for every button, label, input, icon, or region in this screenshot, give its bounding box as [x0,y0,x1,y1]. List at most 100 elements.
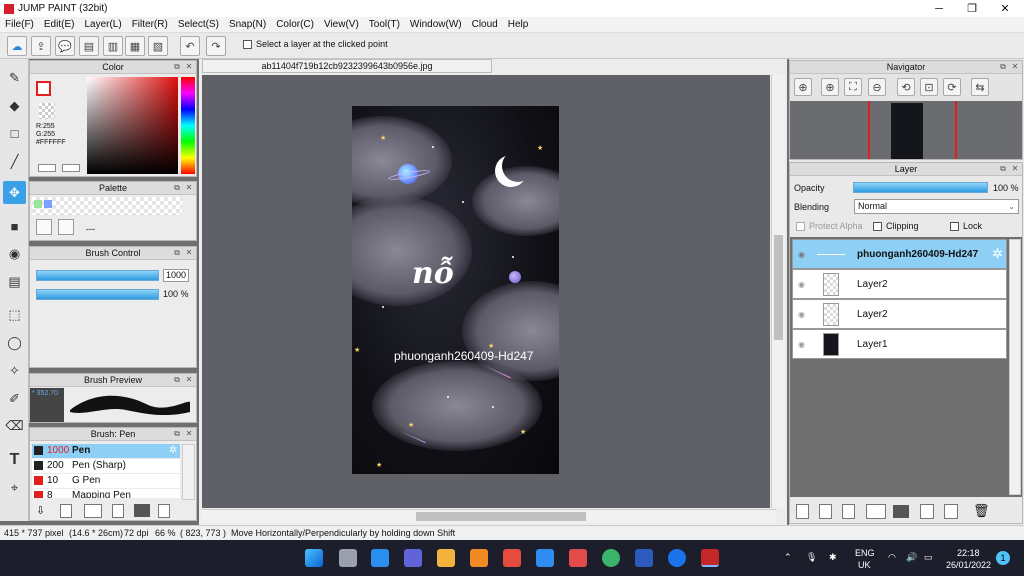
layer-row[interactable]: ◉ phuonganh260409-Hd247 ✲ [792,239,1007,269]
layer-row[interactable]: ◉ Layer2 [792,299,1007,329]
protect-alpha-option[interactable]: Protect Alpha [796,221,863,231]
layer-scrollbar[interactable] [1009,239,1021,495]
fill-rectangle-icon[interactable]: ■ [3,215,26,238]
select-rect-icon[interactable]: ⬚ [3,303,26,326]
zoom-in-icon-2[interactable]: ⊕ [821,78,839,96]
layout-icon[interactable]: ▦ [125,36,145,56]
float-icon[interactable]: ⧉ [172,429,182,439]
palette-swatch-green[interactable] [34,200,42,208]
select-pen-icon[interactable]: ✐ [3,387,26,410]
close-icon[interactable]: ✕ [1010,164,1020,174]
teams-icon[interactable] [404,549,422,567]
rotate-left-icon[interactable]: ⟲ [897,78,915,96]
layer-row[interactable]: ◉ Layer2 [792,269,1007,299]
palette-swatch-blue[interactable] [44,200,52,208]
brush-item-mapping-pen[interactable]: 8 Mapping Pen [32,489,180,498]
close-button[interactable]: ✕ [988,0,1022,17]
settings-icon[interactable]: ▧ [148,36,168,56]
new-layer-2-icon[interactable] [819,504,832,519]
hue-slider[interactable] [181,77,195,174]
app-icon-2[interactable] [569,549,587,567]
battery-icon[interactable]: ▭ [924,552,933,563]
float-icon[interactable]: ⧉ [998,62,1008,72]
wifi-icon[interactable]: ◠ [888,552,896,563]
canvas-artwork[interactable]: nỗ phuonganh260409-Hd247 ★ ★ ★ ★ ★ ★ ★ [352,106,559,474]
notification-badge[interactable]: 1 [996,551,1010,565]
brush-item-g-pen[interactable]: 10 G Pen [32,474,180,488]
word-icon[interactable] [635,549,653,567]
select-layer-option[interactable]: Select a layer at the clicked point [243,39,388,49]
copy-brush-icon[interactable] [112,504,124,518]
new-palette-icon[interactable] [36,219,52,235]
brush-item-pen[interactable]: 1000 Pen ✲ [32,444,180,458]
menu-color[interactable]: Color(C) [271,19,319,30]
task-view-icon[interactable] [339,549,357,567]
share-icon[interactable]: ⇪ [31,36,51,56]
windows-start-icon[interactable] [305,549,323,567]
vertical-scroll-thumb[interactable] [774,235,783,340]
brush-size-input[interactable]: 1000 [163,269,189,282]
float-icon[interactable]: ⧉ [172,183,182,193]
fit-icon[interactable]: ⛶ [844,78,862,96]
gradient-icon[interactable]: ▤ [3,270,26,293]
visibility-icon[interactable]: ◉ [798,310,805,319]
delete-palette-icon[interactable] [58,219,74,235]
new-layer-3-icon[interactable] [842,504,855,519]
close-icon[interactable]: ✕ [184,62,194,72]
protect-alpha-checkbox[interactable] [796,221,805,231]
close-icon[interactable]: ✕ [1010,62,1020,72]
clock-date[interactable]: 26/01/2022 [946,560,991,571]
flip-icon[interactable]: ⇆ [971,78,989,96]
comment-icon[interactable]: 💬 [55,36,75,56]
brush-icon[interactable]: ✎ [3,66,26,89]
menu-window[interactable]: Window(W) [405,19,467,30]
layer-opacity-slider[interactable] [853,182,988,193]
horizontal-scrollbar[interactable] [202,509,776,523]
maximize-button[interactable]: ❐ [955,0,989,17]
foreground-color-swatch[interactable] [36,81,51,96]
trash-icon[interactable]: 🗑 [973,503,990,519]
brush-size-slider[interactable] [36,270,159,281]
microphone-icon[interactable]: 🎙 [806,552,817,563]
menu-layer[interactable]: Layer(L) [79,19,126,30]
minimize-button[interactable]: ─ [922,0,956,17]
line-icon[interactable]: ╱ [3,150,26,173]
select-eraser-icon[interactable]: ⌫ [3,414,26,437]
new-layer-icon[interactable] [796,504,809,519]
gear-icon[interactable]: ✲ [169,444,177,458]
lock-checkbox[interactable] [950,221,959,231]
vlc-icon[interactable] [470,549,488,567]
color-mode-button-2[interactable] [62,164,80,172]
cloud-download-icon[interactable]: ⇩ [36,504,45,517]
select-layer-checkbox[interactable] [243,39,252,49]
merge-layer-icon[interactable] [944,504,958,519]
zalo-icon[interactable] [668,549,686,567]
transparent-color-swatch[interactable] [39,103,55,119]
gear-icon[interactable]: ✲ [992,246,1003,262]
volume-icon[interactable]: 🔊 [906,552,917,563]
lasso-icon[interactable]: ◯ [3,331,26,354]
cloud-icon[interactable]: ☁ [7,36,27,56]
document-icon[interactable]: ▥ [103,36,123,56]
folder-icon[interactable] [893,505,909,518]
duplicate-brush-icon[interactable] [158,504,170,518]
float-icon[interactable]: ⧉ [172,62,182,72]
text-icon[interactable]: T [3,448,26,471]
rotate-right-icon[interactable]: ⟳ [943,78,961,96]
float-icon[interactable]: ⧉ [172,248,182,258]
vertical-scrollbar[interactable] [771,75,785,508]
layer-row[interactable]: ◉ Layer1 [792,329,1007,359]
app-icon-1[interactable] [503,549,521,567]
menu-snap[interactable]: Snap(N) [224,19,271,30]
redo-icon[interactable]: ↷ [206,36,226,56]
color-mode-button[interactable] [38,164,56,172]
clipping-option[interactable]: Clipping [873,221,919,231]
message-icon[interactable]: ▤ [79,36,99,56]
zoom-app-icon[interactable] [536,549,554,567]
layer-menu-icon[interactable] [866,504,886,519]
menu-help[interactable]: Help [503,19,534,30]
menu-file[interactable]: File(F) [0,19,39,30]
menu-view[interactable]: View(V) [319,19,364,30]
chrome-icon[interactable] [602,549,620,567]
navigator-preview[interactable] [790,101,1022,159]
